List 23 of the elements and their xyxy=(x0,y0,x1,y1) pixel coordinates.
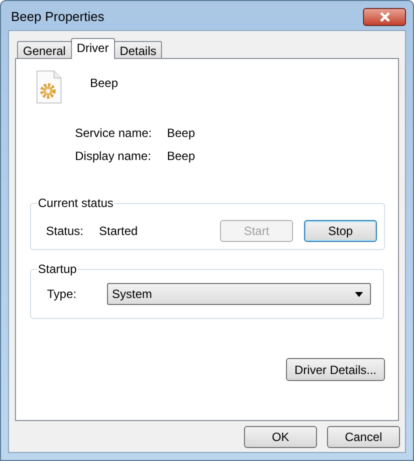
button[interactable]: Cancel xyxy=(327,426,400,448)
device-name: Beep xyxy=(90,75,118,92)
close-button[interactable] xyxy=(363,8,406,26)
button[interactable]: Stop xyxy=(304,220,377,242)
status-value: Started xyxy=(99,223,139,240)
button[interactable]: OK xyxy=(244,426,317,448)
tab[interactable]: Details xyxy=(114,41,162,59)
type-label: Type: xyxy=(47,286,78,303)
tab[interactable]: Driver xyxy=(70,38,115,59)
group-title: Current status xyxy=(37,195,114,212)
type-dropdown[interactable]: System xyxy=(107,283,371,305)
field-label: Service name: xyxy=(75,125,153,139)
dropdown-arrow-icon xyxy=(355,292,363,296)
close-icon xyxy=(378,12,390,22)
group-title: Startup xyxy=(37,261,78,278)
field-value: Beep xyxy=(167,125,196,139)
status-label: Status: xyxy=(46,223,84,240)
field-value: Beep xyxy=(167,148,196,162)
tab[interactable]: General xyxy=(17,41,72,59)
window-title: Beep Properties xyxy=(11,8,104,26)
button[interactable]: Driver Details... xyxy=(286,358,385,381)
driver-file-icon xyxy=(35,70,63,104)
field-label: Display name: xyxy=(75,148,152,162)
